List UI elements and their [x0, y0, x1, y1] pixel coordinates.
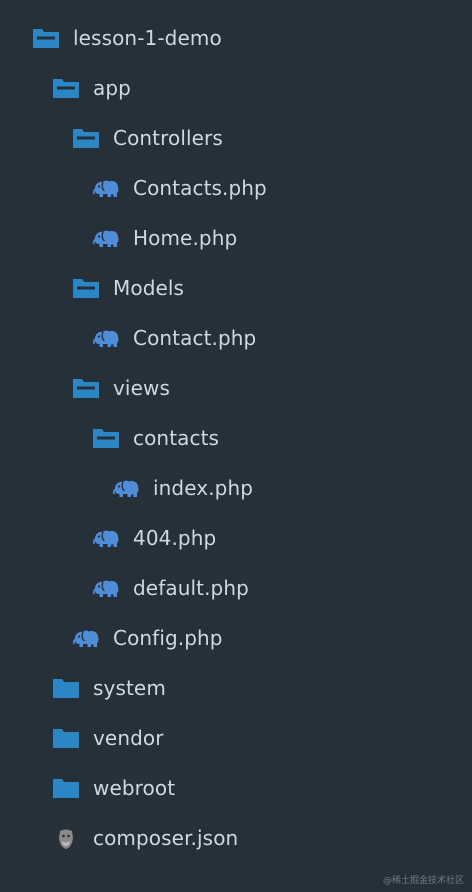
tree-item-label: index.php: [153, 476, 254, 500]
tree-item-label: Controllers: [113, 126, 223, 150]
folder-open-icon: [72, 376, 102, 400]
watermark: @稀土掘金技术社区: [382, 876, 464, 886]
tree-item-label: Config.php: [113, 626, 223, 650]
tree-item-label: Models: [113, 276, 185, 300]
tree-item-label: lesson-1-demo: [73, 26, 222, 50]
tree-item-contacts-php[interactable]: Contacts.php: [0, 163, 472, 213]
folder-open-icon: [92, 426, 122, 450]
tree-item-label: vendor: [93, 726, 164, 750]
file-tree: lesson-1-demo app Controllers Contacts.p…: [0, 13, 472, 863]
folder-closed-icon: [52, 726, 82, 750]
tree-item-index-php[interactable]: index.php: [0, 463, 472, 513]
tree-item-contacts-folder[interactable]: contacts: [0, 413, 472, 463]
tree-item-controllers[interactable]: Controllers: [0, 113, 472, 163]
tree-item-label: Contact.php: [133, 326, 257, 350]
tree-item-label: composer.json: [93, 826, 239, 850]
tree-item-label: Home.php: [133, 226, 238, 250]
tree-item-label: views: [113, 376, 170, 400]
tree-item-label: app: [93, 76, 131, 100]
php-elephant-icon: [92, 326, 122, 350]
tree-item-app[interactable]: app: [0, 63, 472, 113]
tree-item-webroot[interactable]: webroot: [0, 763, 472, 813]
tree-item-config-php[interactable]: Config.php: [0, 613, 472, 663]
tree-item-views[interactable]: views: [0, 363, 472, 413]
tree-item-label: default.php: [133, 576, 249, 600]
tree-item-404-php[interactable]: 404.php: [0, 513, 472, 563]
php-elephant-icon: [92, 576, 122, 600]
folder-closed-icon: [52, 676, 82, 700]
php-elephant-icon: [112, 476, 142, 500]
tree-item-contact-php[interactable]: Contact.php: [0, 313, 472, 363]
tree-item-label: contacts: [133, 426, 220, 450]
folder-open-icon: [52, 76, 82, 100]
tree-item-label: system: [93, 676, 166, 700]
folder-open-icon: [72, 126, 102, 150]
folder-open-icon: [72, 276, 102, 300]
tree-item-composer-json[interactable]: composer.json: [0, 813, 472, 863]
tree-item-label: webroot: [93, 776, 176, 800]
tree-item-models[interactable]: Models: [0, 263, 472, 313]
tree-item-label: 404.php: [133, 526, 217, 550]
folder-closed-icon: [52, 776, 82, 800]
composer-json-icon: [52, 826, 82, 850]
tree-item-lesson-1-demo[interactable]: lesson-1-demo: [0, 13, 472, 63]
folder-open-icon: [32, 26, 62, 50]
tree-item-label: Contacts.php: [133, 176, 267, 200]
tree-item-default-php[interactable]: default.php: [0, 563, 472, 613]
tree-item-home-php[interactable]: Home.php: [0, 213, 472, 263]
php-elephant-icon: [92, 176, 122, 200]
tree-item-system[interactable]: system: [0, 663, 472, 713]
php-elephant-icon: [92, 226, 122, 250]
php-elephant-icon: [72, 626, 102, 650]
php-elephant-icon: [92, 526, 122, 550]
tree-item-vendor[interactable]: vendor: [0, 713, 472, 763]
